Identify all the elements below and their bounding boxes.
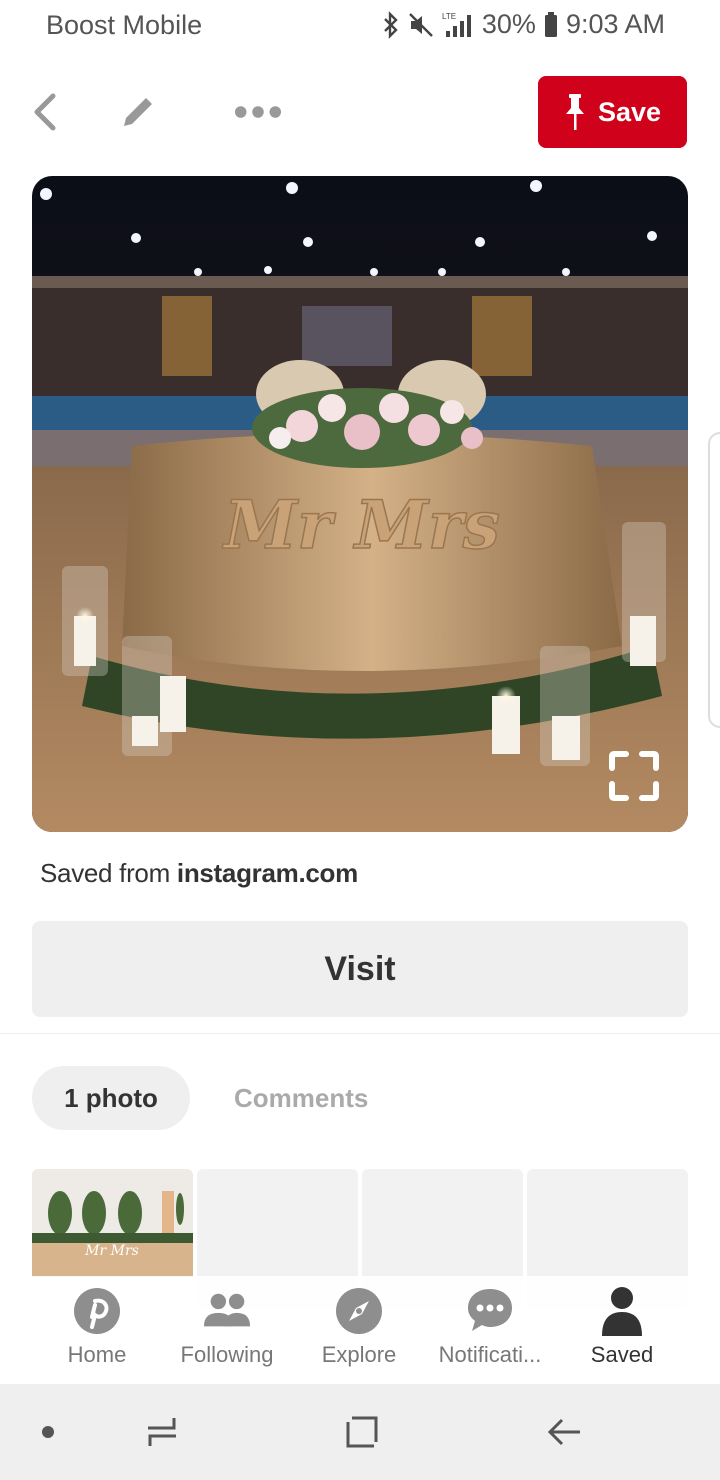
compass-icon — [334, 1286, 384, 1336]
carrier-name: Boost Mobile — [46, 10, 203, 40]
mr-mrs-sign: Mr Mrs — [222, 486, 500, 564]
clock: 9:03 AM — [565, 9, 665, 39]
nav-saved[interactable]: Saved — [557, 1286, 687, 1368]
recents-icon — [148, 1418, 176, 1446]
save-button[interactable]: Save — [538, 76, 687, 148]
signal-icon: LTE — [442, 11, 474, 39]
battery-level: 30% — [481, 9, 536, 39]
dot-icon — [42, 1426, 54, 1438]
nav-following[interactable]: Following — [162, 1286, 292, 1368]
source-prefix: Saved from — [40, 858, 170, 888]
thumbnail-sign: Mr Mrs — [84, 1243, 139, 1259]
square-icon — [346, 1416, 378, 1448]
recent-apps-button[interactable] — [138, 1408, 186, 1456]
save-button-label: Save — [597, 96, 662, 127]
tab-comments-label: Comments — [234, 1082, 369, 1113]
visit-button-label: Visit — [324, 949, 396, 988]
mute-icon — [408, 12, 434, 38]
nav-notifications-label: Notificati... — [438, 1342, 542, 1367]
overview-button[interactable] — [338, 1408, 386, 1456]
android-navigation-bar — [0, 1384, 720, 1480]
status-icons: LTE 30% 9:03 AM — [382, 9, 665, 40]
tab-comments[interactable]: Comments — [234, 1066, 368, 1130]
back-arrow-icon — [547, 1418, 580, 1446]
network-label: LTE — [442, 12, 456, 21]
tab-photos[interactable]: 1 photo — [32, 1066, 190, 1130]
section-divider — [0, 1033, 720, 1034]
tab-photos-label: 1 photo — [64, 1082, 158, 1113]
nav-saved-label: Saved — [590, 1342, 654, 1367]
nav-following-label: Following — [180, 1342, 274, 1367]
status-bar: Boost Mobile LTE 30% 9:03 AM — [0, 0, 720, 52]
nav-home-label: Home — [67, 1342, 127, 1367]
more-options-button[interactable] — [234, 90, 282, 134]
nav-explore[interactable]: Explore — [294, 1286, 424, 1368]
edit-button[interactable] — [116, 90, 160, 134]
pencil-icon — [124, 95, 155, 126]
home-dot-button[interactable] — [24, 1408, 72, 1456]
back-button[interactable] — [22, 90, 66, 134]
expand-image-button[interactable] — [608, 750, 660, 802]
bluetooth-icon — [382, 10, 400, 39]
nav-explore-label: Explore — [321, 1342, 397, 1367]
pin-toolbar: Save — [0, 76, 720, 148]
expand-icon — [609, 751, 659, 801]
nav-home[interactable]: Home — [32, 1286, 162, 1368]
visit-button[interactable]: Visit — [32, 921, 688, 1017]
wedding-table-photo: Mr Mrs — [32, 176, 688, 832]
pinterest-icon — [72, 1286, 122, 1336]
more-dots-icon — [234, 106, 282, 118]
nav-notifications[interactable]: Notificati... — [425, 1286, 555, 1368]
chevron-left-icon — [34, 93, 56, 131]
person-icon — [597, 1286, 647, 1336]
pin-source: Saved from instagram.com — [40, 858, 358, 889]
bottom-navigation: Home Following Explore Notificati... Sav… — [0, 1276, 720, 1384]
source-domain[interactable]: instagram.com — [177, 858, 358, 888]
pushpin-icon — [565, 94, 584, 130]
people-icon — [202, 1286, 252, 1336]
scroll-indicator — [708, 432, 720, 728]
back-nav-button[interactable] — [540, 1408, 588, 1456]
chat-bubble-icon — [465, 1286, 515, 1336]
battery-icon — [544, 11, 558, 38]
pin-image[interactable]: Mr Mrs — [32, 176, 688, 832]
